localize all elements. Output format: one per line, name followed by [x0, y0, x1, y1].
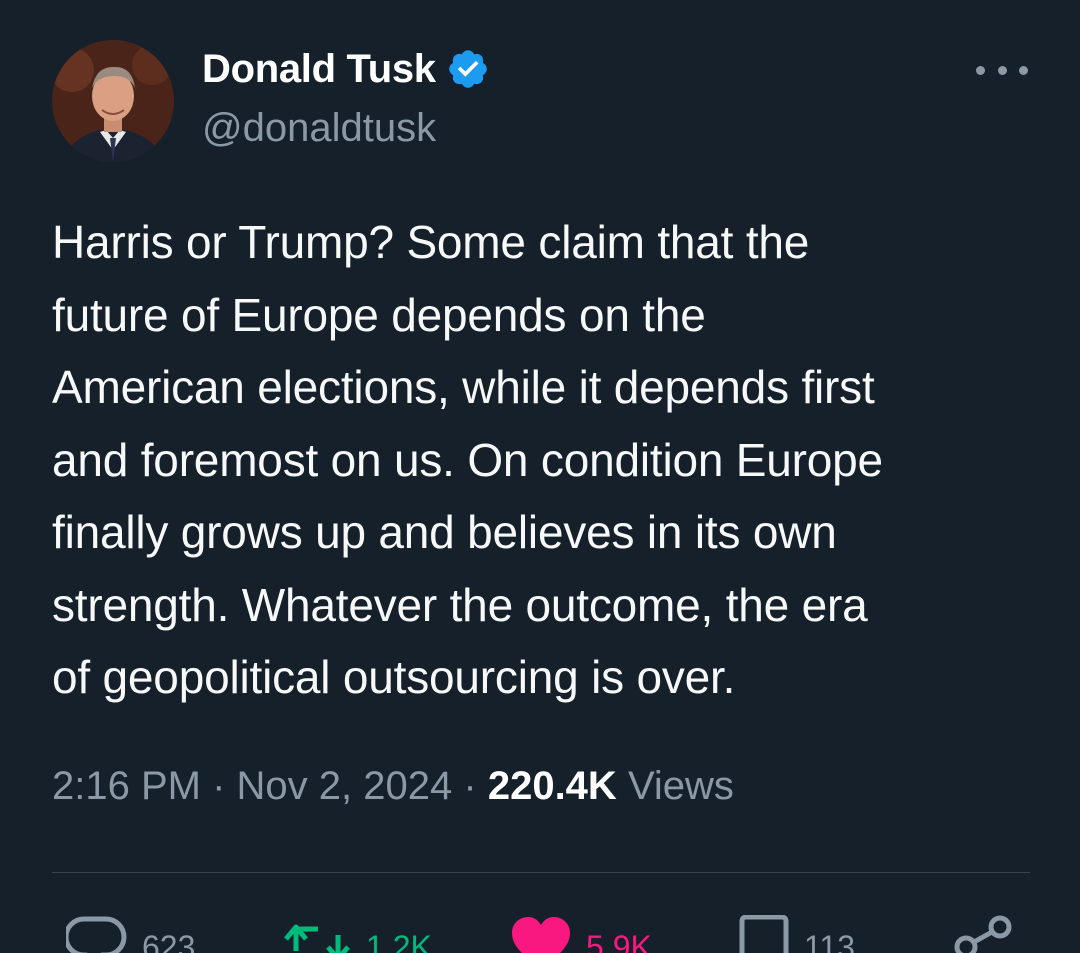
tweet-time[interactable]: 2:16 PM [52, 764, 201, 808]
like-button[interactable]: 5.9K [510, 915, 652, 953]
action-bar: 623 1.2K 5.9K 113 [0, 915, 1080, 953]
reply-icon [66, 916, 127, 953]
tweet-detail: Donald Tusk @donaldtusk Harris or Trump?… [0, 0, 1080, 953]
like-count: 5.9K [586, 929, 652, 953]
profile-photo [52, 40, 174, 162]
tweet-date[interactable]: Nov 2, 2024 [237, 764, 453, 808]
divider [52, 872, 1030, 873]
verified-badge-icon [448, 50, 487, 88]
author-name-row: Donald Tusk [202, 44, 490, 94]
reply-button[interactable]: 623 [66, 915, 195, 953]
bookmark-button[interactable]: 113 [738, 915, 855, 953]
views-count: 220.4K [487, 764, 617, 808]
views-label: Views [627, 764, 734, 808]
reply-count: 623 [142, 929, 196, 953]
heart-icon [512, 917, 570, 953]
more-dot [1019, 65, 1028, 75]
meta-separator: · [463, 764, 477, 808]
retweet-icon [284, 924, 350, 953]
more-options-icon[interactable] [972, 52, 1032, 88]
retweet-count: 1.2K [366, 929, 432, 953]
tweet-text: Harris or Trump? Some claim that the fut… [52, 216, 883, 703]
bookmark-icon [739, 915, 789, 953]
retweet-button[interactable]: 1.2K [282, 915, 432, 953]
meta-separator: · [212, 764, 226, 808]
avatar[interactable] [52, 40, 174, 162]
tweet-meta: 2:16 PM · Nov 2, 2024 · 220.4K Views [52, 764, 734, 809]
more-dot [976, 65, 985, 75]
bookmark-count: 113 [804, 929, 856, 953]
share-icon [954, 915, 1012, 953]
share-button[interactable] [952, 915, 1014, 953]
author-display-name[interactable]: Donald Tusk [202, 47, 436, 92]
author-handle[interactable]: @donaldtusk [202, 106, 436, 151]
more-dot [997, 65, 1007, 75]
